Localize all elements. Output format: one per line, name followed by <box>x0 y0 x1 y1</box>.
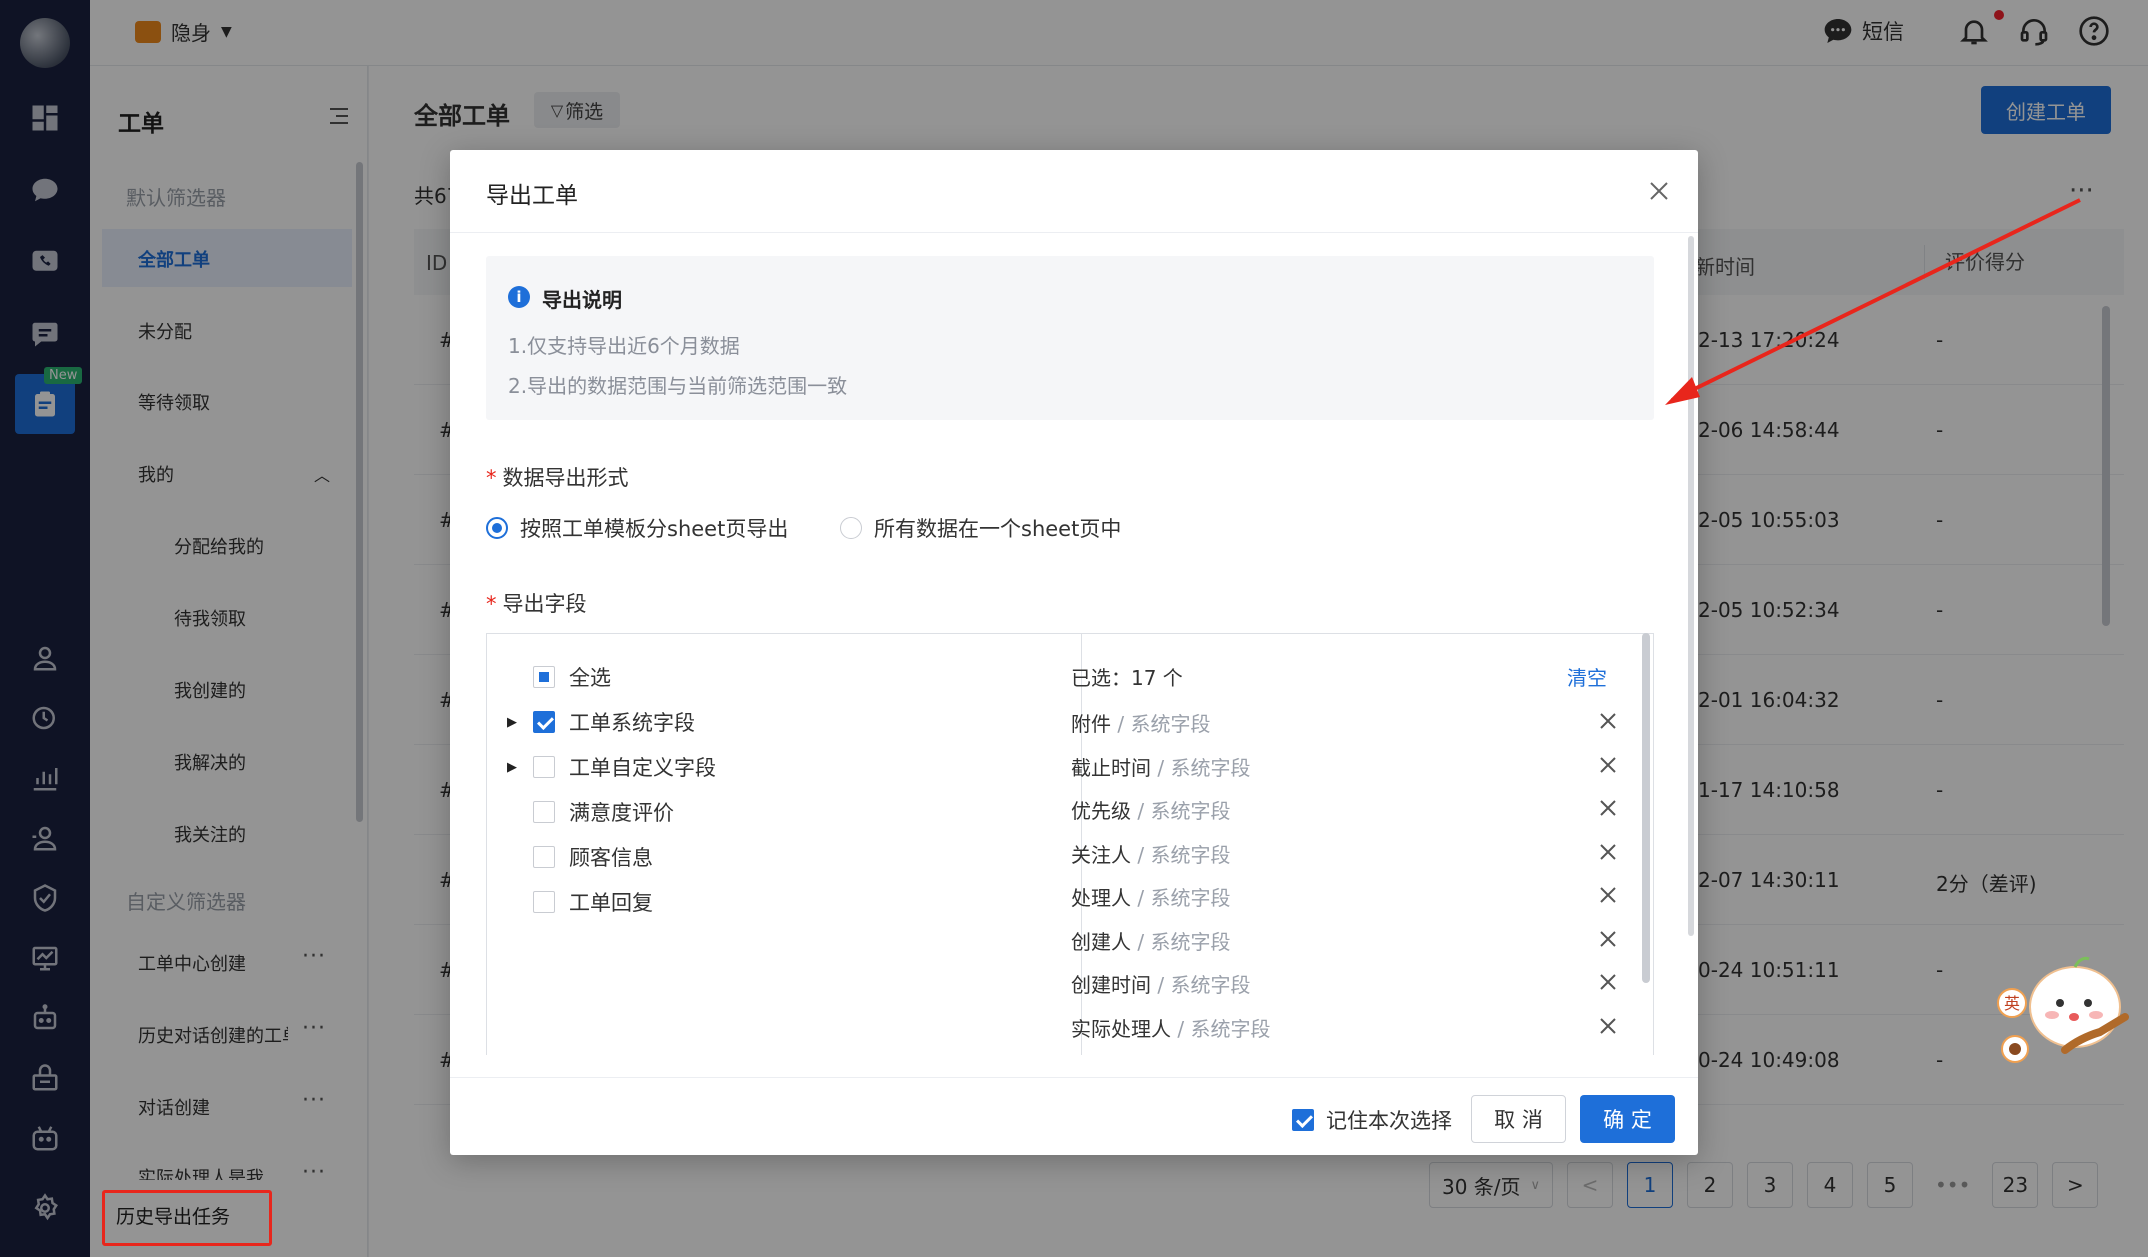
selected-field-item: 创建时间 / 系统字段 <box>1071 969 1250 998</box>
field-group-customer[interactable]: 顾客信息 <box>533 842 653 872</box>
info-icon: i <box>508 286 530 308</box>
selected-field-name: 关注人 <box>1071 843 1131 867</box>
field-group-satisfaction[interactable]: 满意度评价 <box>533 797 674 827</box>
transfer-scrollbar[interactable] <box>1642 633 1650 983</box>
tree-label: 工单系统字段 <box>569 711 695 735</box>
remove-field-icon[interactable] <box>1599 1017 1617 1035</box>
field-group-replies[interactable]: 工单回复 <box>533 887 653 917</box>
selected-field-name: 创建时间 <box>1071 973 1151 997</box>
export-fields-text: 导出字段 <box>502 592 587 616</box>
info-title: 导出说明 <box>542 288 622 312</box>
remove-field-icon[interactable] <box>1599 886 1617 904</box>
selected-field-name: 实际处理人 <box>1071 1017 1171 1041</box>
field-group-system[interactable]: ▶ 工单系统字段 <box>505 707 695 737</box>
annotation-arrow <box>1665 198 2081 405</box>
clear-selection-link[interactable]: 清空 <box>1567 662 1607 691</box>
confirm-button[interactable]: 确 定 <box>1580 1095 1675 1143</box>
field-transfer: 全选 ▶ 工单系统字段 ▶ 工单自定义字段 满意度评价 顾客信息 工单回复 已选… <box>486 633 1654 1055</box>
annotation-highlight-box <box>102 1190 272 1246</box>
remove-field-icon[interactable] <box>1599 756 1617 774</box>
remove-field-icon[interactable] <box>1599 930 1617 948</box>
remove-field-icon[interactable] <box>1599 799 1617 817</box>
tree-label: 全选 <box>569 666 611 690</box>
checkbox[interactable] <box>533 846 555 868</box>
selected-field-name: 截止时间 <box>1071 756 1151 780</box>
selected-count: 已选：17 个 <box>1071 666 1183 690</box>
export-dialog: 导出工单 i 导出说明 1.仅支持导出近6个月数据 2.导出的数据范围与当前筛选… <box>450 150 1698 1155</box>
checkbox-checked[interactable] <box>533 711 555 733</box>
selected-field-item: 关注人 / 系统字段 <box>1071 839 1230 868</box>
cancel-button[interactable]: 取 消 <box>1471 1095 1566 1143</box>
selected-field-item: 优先级 / 系统字段 <box>1071 795 1230 824</box>
export-fields-label: * 导出字段 <box>486 588 587 618</box>
caret-right-icon[interactable]: ▶ <box>505 715 519 730</box>
selected-field-item: 创建人 / 系统字段 <box>1071 926 1230 955</box>
selected-field-category: / 系统字段 <box>1131 799 1231 823</box>
format-option-single-sheet[interactable]: 所有数据在一个sheet页中 <box>840 513 1121 543</box>
tree-label: 工单自定义字段 <box>569 756 716 780</box>
checkbox-checked[interactable] <box>1292 1109 1314 1131</box>
info-line: 2.导出的数据范围与当前筛选范围一致 <box>508 374 848 398</box>
field-select-all[interactable]: 全选 <box>533 662 611 692</box>
selected-field-category: / 系统字段 <box>1171 1017 1271 1041</box>
selected-field-item: 附件 / 系统字段 <box>1071 708 1210 737</box>
remove-field-icon[interactable] <box>1599 843 1617 861</box>
tree-label: 顾客信息 <box>569 846 653 870</box>
dialog-header-divider <box>450 232 1698 233</box>
selected-field-category: / 系统字段 <box>1131 843 1231 867</box>
remember-choice[interactable]: 记住本次选择 <box>1292 1105 1452 1135</box>
export-format-text: 数据导出形式 <box>502 466 629 490</box>
field-group-custom[interactable]: ▶ 工单自定义字段 <box>505 752 716 782</box>
selected-field-category: / 系统字段 <box>1151 973 1251 997</box>
selected-field-category: / 系统字段 <box>1111 712 1211 736</box>
caret-right-icon[interactable]: ▶ <box>505 760 519 775</box>
checkbox[interactable] <box>533 756 555 778</box>
selected-field-name: 处理人 <box>1071 886 1131 910</box>
checkbox-partial[interactable] <box>533 666 555 688</box>
format-option-per-template[interactable]: 按照工单模板分sheet页导出 <box>486 513 788 543</box>
dialog-title: 导出工单 <box>486 183 578 209</box>
selected-field-name: 附件 <box>1071 712 1111 736</box>
selected-field-item: 实际处理人 / 系统字段 <box>1071 1013 1270 1042</box>
required-mark: * <box>486 592 497 616</box>
remove-field-icon[interactable] <box>1599 712 1617 730</box>
selected-field-category: / 系统字段 <box>1151 756 1251 780</box>
checkbox[interactable] <box>533 891 555 913</box>
format-option-label: 所有数据在一个sheet页中 <box>874 517 1122 541</box>
export-format-label: * 数据导出形式 <box>486 462 629 492</box>
tree-label: 满意度评价 <box>569 801 674 825</box>
dialog-footer-divider <box>450 1077 1698 1078</box>
selected-field-name: 创建人 <box>1071 930 1131 954</box>
tree-label: 工单回复 <box>569 891 653 915</box>
format-option-label: 按照工单模板分sheet页导出 <box>520 517 789 541</box>
svg-text:英: 英 <box>2004 994 2020 1013</box>
selected-field-name: 优先级 <box>1071 799 1131 823</box>
selected-field-item: 截止时间 / 系统字段 <box>1071 752 1250 781</box>
selected-field-category: / 系统字段 <box>1131 886 1231 910</box>
remember-label: 记住本次选择 <box>1326 1109 1452 1133</box>
remove-field-icon[interactable] <box>1599 973 1617 991</box>
info-line: 1.仅支持导出近6个月数据 <box>508 334 740 358</box>
selected-field-item: 处理人 / 系统字段 <box>1071 882 1230 911</box>
mascot-icon[interactable]: 英 <box>1990 945 2140 1080</box>
selected-field-category: / 系统字段 <box>1131 930 1231 954</box>
checkbox[interactable] <box>533 801 555 823</box>
radio-unselected-icon <box>840 517 862 539</box>
required-mark: * <box>486 466 497 490</box>
radio-selected-icon <box>486 517 508 539</box>
